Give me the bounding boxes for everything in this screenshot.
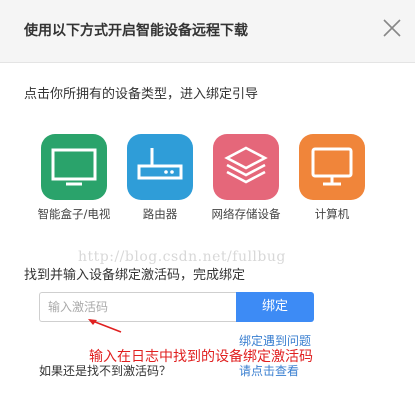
activation-code-input[interactable] [39,292,239,322]
router-icon [137,148,183,180]
device-instruction: 点击你所拥有的设备类型，进入绑定引导 [24,87,259,102]
close-icon[interactable] [381,17,403,39]
watermark: http://blog.csdn.net/fullbug [78,249,286,265]
activation-prompt: 找到并输入设备绑定激活码，完成绑定 [24,268,246,283]
device-router-button[interactable] [127,134,193,200]
device-label-router: 路由器 [142,207,178,221]
device-computer-button[interactable] [299,134,365,200]
tv-icon [51,148,97,186]
device-label-computer: 计算机 [314,207,350,221]
not-found-text: 如果还是找不到激活码？ [39,364,172,378]
computer-icon [311,147,353,186]
annotation-arrow [88,319,122,333]
storage-icon [224,146,268,184]
dialog-header: 使用以下方式开启智能设备远程下载 [0,0,415,63]
device-tv-button[interactable] [41,134,107,200]
dialog-title: 使用以下方式开启智能设备远程下载 [24,23,248,39]
device-label-storage: 网络存储设备 [211,207,281,221]
device-storage-button[interactable] [213,134,279,200]
click-here-link[interactable]: 请点击查看 [239,362,299,379]
bind-button[interactable]: 绑定 [236,292,314,322]
device-label-tv: 智能盒子/电视 [37,207,111,221]
